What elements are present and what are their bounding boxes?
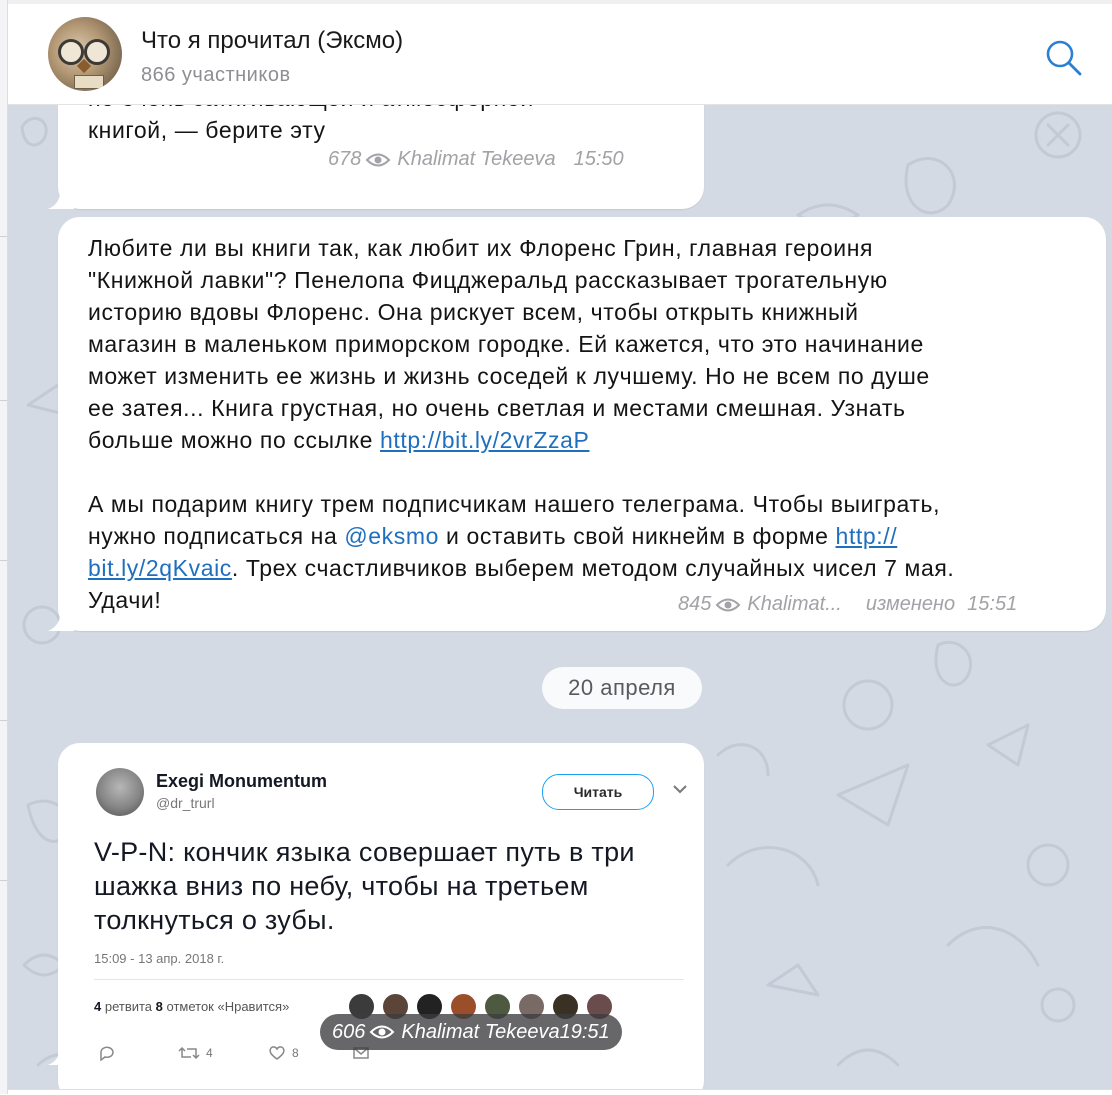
message-meta: 845 Khalimat... изменено 15:51 [678, 593, 1017, 616]
message-text: больше можно по ссылке http://bit.ly/2vr… [88, 427, 590, 453]
background-window-edge [0, 0, 8, 1094]
tweet-author-name: Exegi Monumentum [156, 771, 328, 791]
window-bottom-edge [8, 1089, 1112, 1095]
tweet-stats: 4 ретвита 8 отметок «Нравится» [94, 999, 290, 1014]
author-signature: Khalimat... [747, 593, 842, 615]
views-icon [369, 1025, 395, 1039]
view-count: 606 [332, 1020, 366, 1043]
message-text: "Книжной лавки"? Пенелопа Фицджеральд ра… [88, 267, 888, 293]
tweet-avatar [96, 768, 144, 816]
channel-avatar[interactable] [48, 17, 122, 91]
message-link[interactable]: http://bit.ly/2vrZzaP [380, 427, 589, 453]
message-text: может изменить ее жизнь и жизнь соседей … [88, 363, 930, 389]
message-time: 19:51 [559, 1020, 610, 1043]
member-count: 866 участников [141, 64, 291, 86]
chat-title[interactable]: Что я прочитал (Эксмо) [141, 27, 403, 55]
tweet-retweet: 4 [178, 1045, 213, 1061]
message-text: Любите ли вы книги так, как любит их Фло… [88, 235, 874, 261]
views-icon [365, 153, 391, 166]
views-icon [715, 598, 741, 611]
search-icon [1046, 40, 1082, 76]
search-button[interactable] [1044, 38, 1084, 78]
heart-icon [269, 1046, 285, 1060]
author-signature: Khalimat Tekeeva [397, 148, 556, 170]
message-text: нужно подписаться на @eksmo и оставить с… [88, 523, 898, 549]
chat-history[interactable]: но очень затягивающей и атмосферной книг… [8, 105, 1112, 1089]
message-link[interactable]: bit.ly/2qKvaic [88, 555, 232, 581]
message-time: 15:51 [967, 593, 1018, 615]
mention-link[interactable]: @eksmo [344, 523, 439, 549]
date-separator: 20 апреля [542, 667, 702, 709]
message-bubble[interactable]: Exegi Monumentum @dr_trurl Читать V-P-N:… [48, 743, 704, 1089]
chevron-down-icon [673, 785, 687, 794]
author-signature: Khalimat Tekeeva [401, 1020, 560, 1043]
tweet-reply [98, 1045, 116, 1061]
message-text: ее затея... Книга грустная, но очень све… [88, 395, 906, 421]
message-text: А мы подарим книгу трем подписчикам наше… [88, 491, 941, 517]
tweet-text: V-P-N: кончик языка совершает путь в три… [94, 837, 635, 935]
message-meta: 606 Khalimat Tekeeva 19:51 [320, 1014, 622, 1050]
message-time: 15:50 [573, 148, 624, 170]
message-link[interactable]: http:// [836, 523, 898, 549]
divider [94, 979, 684, 980]
message-text: но очень затягивающей и атмосферной [88, 105, 534, 114]
edited-label: изменено [865, 593, 956, 615]
message-text: историю вдовы Флоренс. Она рискует всем,… [88, 299, 859, 325]
retweet-icon [178, 1046, 200, 1060]
reply-icon [100, 1046, 114, 1061]
message-meta: 678 Khalimat Tekeeva 15:50 [328, 148, 624, 171]
message-bubble[interactable]: Любите ли вы книги так, как любит их Фло… [48, 217, 1106, 631]
message-bubble[interactable]: но очень затягивающей и атмосферной книг… [48, 105, 704, 209]
tweet-like: 8 [268, 1045, 299, 1061]
message-text: магазин в маленьком приморском городке. … [88, 331, 924, 357]
view-count: 845 [678, 593, 712, 615]
tweet-date: 15:09 - 13 апр. 2018 г. [94, 951, 225, 966]
tweet-author-handle: @dr_trurl [156, 795, 215, 811]
view-count: 678 [328, 148, 362, 170]
tweet-follow-button: Читать [542, 774, 654, 810]
message-text: книгой, — берите эту [88, 117, 326, 143]
message-text: bit.ly/2qKvaic. Трех счастливчиков выбер… [88, 555, 955, 581]
chat-header: Что я прочитал (Эксмо) 866 участников [8, 0, 1112, 105]
message-text: Удачи! [88, 587, 162, 613]
